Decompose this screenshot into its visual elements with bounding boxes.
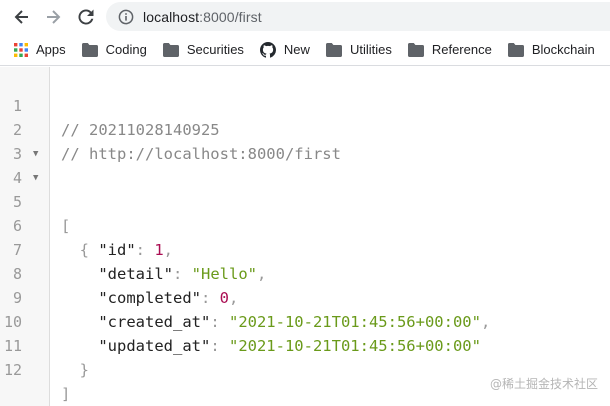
bookmark-label: Reference [431, 42, 492, 57]
code-line: 11 } [0, 310, 610, 379]
address-bar[interactable]: localhost:8000/first [106, 2, 610, 31]
code-area: 1 // 20211028140925 2 // http://localhos… [0, 70, 610, 403]
close-brace: } [61, 361, 89, 379]
code-line: 4 ▼ [ [0, 142, 610, 235]
code-line: 10 "updated_at": "2021-10-21T01:45:56+00… [0, 286, 610, 355]
forward-button[interactable] [40, 4, 66, 30]
bookmark-label: New [283, 42, 310, 57]
watermark: @稀土掘金技术社区 [489, 377, 598, 391]
code-line: 2 // http://localhost:8000/first [0, 94, 610, 163]
reload-icon [78, 9, 94, 25]
reload-button[interactable] [73, 4, 99, 30]
bookmark-label: Coding [105, 42, 147, 57]
code-line: 5 ▼ { [0, 166, 610, 259]
url-path: :8000/first [199, 8, 262, 25]
bookmark-utilities[interactable]: Utilities [320, 38, 398, 62]
url-host: localhost [143, 8, 200, 25]
back-button[interactable] [9, 4, 35, 30]
browser-toolbar: localhost:8000/first [0, 0, 610, 34]
bookmarks-bar: Apps Coding Securities New Utilities Ref… [0, 34, 610, 66]
code-line: 9 "created_at": "2021-10-21T01:45:56+00:… [0, 262, 610, 331]
json-viewer: 1 // 20211028140925 2 // http://localhos… [0, 67, 610, 406]
code-line: 6 "id": 1, [0, 190, 610, 259]
code-line: 12 ] [0, 334, 610, 403]
fold-toggle-icon[interactable]: ▼ [33, 166, 38, 190]
code-line: 1 // 20211028140925 [0, 70, 610, 139]
folder-icon [407, 42, 424, 57]
arrow-left-icon [14, 10, 28, 24]
line-number: 12 [3, 361, 22, 379]
code-line: 8 "completed": 0, [0, 238, 610, 307]
bookmark-label: Securities [186, 42, 244, 57]
bookmark-securities[interactable]: Securities [157, 38, 250, 62]
bookmark-coding[interactable]: Coding [76, 38, 153, 62]
folder-icon [162, 42, 179, 57]
bookmark-blockchain[interactable]: Blockchain [502, 38, 601, 62]
arrow-right-icon [47, 10, 61, 24]
bookmark-apps[interactable]: Apps [8, 38, 72, 62]
url-text: localhost:8000/first [143, 9, 262, 25]
apps-grid-icon [14, 42, 28, 57]
folder-icon [81, 42, 98, 57]
bookmark-label: Utilities [349, 42, 392, 57]
info-icon[interactable] [117, 8, 135, 26]
code-line: 7 "detail": "Hello", [0, 214, 610, 283]
close-bracket: ] [61, 385, 71, 403]
fold-toggle-icon[interactable]: ▼ [33, 142, 38, 166]
bookmark-label: Blockchain [531, 42, 595, 57]
bookmark-reference[interactable]: Reference [402, 38, 498, 62]
folder-icon [325, 42, 342, 57]
github-icon [259, 41, 276, 58]
bookmark-new[interactable]: New [254, 38, 316, 62]
code-line: 3 [0, 118, 610, 163]
bookmark-label: Apps [36, 42, 66, 57]
folder-icon [507, 42, 524, 57]
